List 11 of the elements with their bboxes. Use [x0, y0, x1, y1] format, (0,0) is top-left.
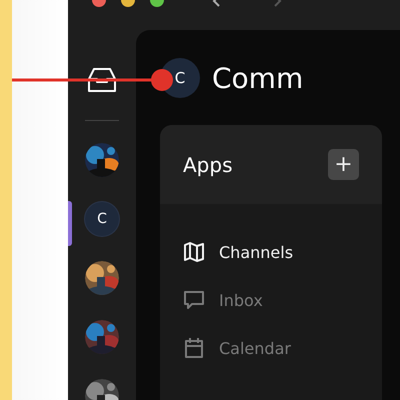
map-icon [183, 241, 205, 263]
app-item[interactable]: Channels [160, 228, 382, 276]
inbox-icon[interactable] [87, 67, 117, 93]
calendar-icon [183, 337, 205, 359]
panel-title: Apps [183, 152, 232, 176]
workspace-title: Comm [212, 62, 304, 94]
workspace-avatar[interactable]: C [85, 202, 119, 236]
app-item[interactable]: Inbox [160, 276, 382, 324]
app-item[interactable]: Calendar [160, 324, 382, 372]
chat-bubble-icon [183, 289, 205, 311]
add-button[interactable]: + [328, 149, 359, 180]
